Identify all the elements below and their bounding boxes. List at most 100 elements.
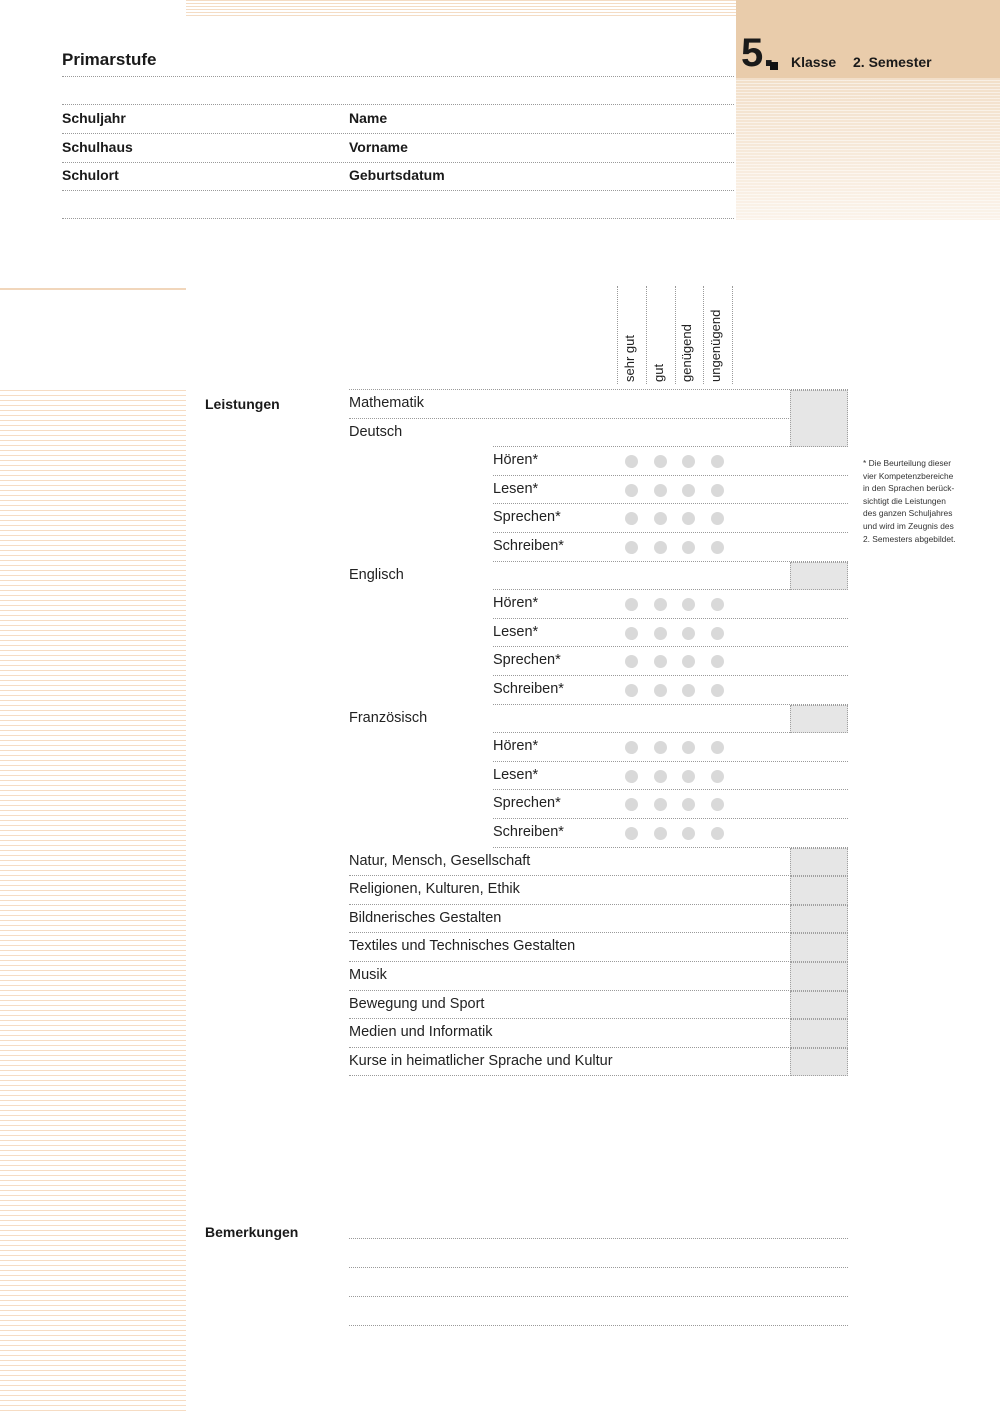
rating-circle[interactable] xyxy=(625,769,638,783)
rating-circle[interactable] xyxy=(625,512,638,526)
rating-circle[interactable] xyxy=(654,741,667,755)
rating-circle[interactable] xyxy=(682,684,695,697)
remarks-line[interactable] xyxy=(349,1296,848,1297)
info-label: Vorname xyxy=(349,139,408,155)
rating-circle[interactable] xyxy=(625,626,638,640)
remarks-line[interactable] xyxy=(349,1238,848,1239)
rating-circle[interactable] xyxy=(711,655,724,669)
row-line xyxy=(349,903,791,905)
deutsch-competence-4: Schreiben* xyxy=(493,538,564,554)
rating-circle[interactable] xyxy=(682,483,695,497)
remarks-line[interactable] xyxy=(349,1267,848,1268)
rating-circle[interactable] xyxy=(625,598,638,612)
row-line xyxy=(349,932,791,934)
rating-circle[interactable] xyxy=(654,655,667,669)
englisch-competence-2: Lesen* xyxy=(493,623,539,640)
grade-field[interactable] xyxy=(790,704,848,734)
rating-circle[interactable] xyxy=(625,483,638,497)
rating-circle[interactable] xyxy=(711,827,724,840)
rating-circle[interactable] xyxy=(711,741,724,755)
rating-circle[interactable] xyxy=(711,626,724,640)
rating-circle[interactable] xyxy=(625,827,638,840)
englisch-competence-3: Sprechen* xyxy=(493,652,561,669)
semester-label: 2. Semester xyxy=(853,54,932,70)
grade-field[interactable] xyxy=(790,962,848,991)
rating-circle[interactable] xyxy=(654,626,667,640)
rating-circle[interactable] xyxy=(711,684,724,697)
franzoesisch-competence-3: Sprechen* xyxy=(493,795,561,812)
rating-circle[interactable] xyxy=(682,827,695,840)
remarks-line[interactable] xyxy=(349,1325,848,1326)
rating-circle[interactable] xyxy=(654,598,667,612)
grade-field[interactable] xyxy=(790,1019,848,1048)
class-label: Klasse xyxy=(791,54,837,70)
column-separator xyxy=(732,286,733,384)
rating-circle[interactable] xyxy=(625,655,638,669)
info-label: Geburtsdatum xyxy=(349,167,445,183)
deutsch-competence-1: Hören* xyxy=(493,452,539,469)
rating-circle[interactable] xyxy=(682,769,695,783)
rating-circle[interactable] xyxy=(625,798,638,812)
side-rule xyxy=(0,288,186,290)
grade-field[interactable] xyxy=(790,390,848,448)
grade-field[interactable] xyxy=(790,904,848,934)
footnote-line: vier Kompetenzbereiche xyxy=(863,470,954,481)
grade-field[interactable] xyxy=(790,847,848,877)
grade-field[interactable] xyxy=(790,933,848,962)
row-line xyxy=(349,389,848,390)
class-marker xyxy=(770,62,778,70)
rating-circle[interactable] xyxy=(654,541,667,554)
rating-circle[interactable] xyxy=(682,512,695,526)
rating-circle[interactable] xyxy=(654,827,667,840)
grade-field[interactable] xyxy=(790,876,848,905)
rating-circle[interactable] xyxy=(711,512,724,526)
row-line xyxy=(349,989,791,991)
row-line xyxy=(493,646,848,648)
rating-circle[interactable] xyxy=(711,598,724,612)
page-title: Primarstufe xyxy=(62,50,157,69)
rating-circle[interactable] xyxy=(682,598,695,612)
info-label: Name xyxy=(349,110,388,126)
row-line xyxy=(493,732,790,734)
rating-circle[interactable] xyxy=(625,741,638,755)
rating-circle[interactable] xyxy=(682,798,695,812)
subject-other: Religionen, Kulturen, Ethik xyxy=(349,881,520,898)
row-line xyxy=(493,589,790,591)
divider xyxy=(62,76,734,77)
grade-field[interactable] xyxy=(790,1047,848,1077)
rating-circle[interactable] xyxy=(654,512,667,526)
deutsch-competence-2: Lesen* xyxy=(493,480,539,497)
footnote-line: des ganzen Schuljahres xyxy=(863,508,953,519)
rating-circle[interactable] xyxy=(654,769,667,783)
rating-circle[interactable] xyxy=(711,455,724,469)
rating-circle[interactable] xyxy=(711,483,724,497)
column-separator xyxy=(617,286,618,384)
grade-field[interactable] xyxy=(790,561,848,591)
rating-circle[interactable] xyxy=(654,684,667,697)
rating-circle[interactable] xyxy=(682,455,695,469)
column-separator xyxy=(703,286,704,384)
subject-other: Bildnerisches Gestalten xyxy=(349,909,502,926)
rating-circle[interactable] xyxy=(654,455,667,469)
rating-circle[interactable] xyxy=(625,541,638,554)
rating-circle[interactable] xyxy=(625,455,638,469)
rating-circle[interactable] xyxy=(654,483,667,497)
section-label-remarks: Bemerkungen xyxy=(205,1224,299,1240)
grade-field[interactable] xyxy=(790,990,848,1020)
rating-circle[interactable] xyxy=(711,798,724,812)
row-line xyxy=(493,474,848,476)
info-label: Schulort xyxy=(62,167,119,183)
rating-circle[interactable] xyxy=(711,541,724,554)
rating-circle[interactable] xyxy=(654,798,667,812)
rating-circle[interactable] xyxy=(711,769,724,783)
rating-circle[interactable] xyxy=(682,655,695,669)
rating-circle[interactable] xyxy=(682,626,695,640)
footnote-line: sichtigt die Leistungen xyxy=(863,495,946,506)
rating-circle[interactable] xyxy=(682,741,695,755)
rating-circle[interactable] xyxy=(625,684,638,697)
row-line xyxy=(493,617,848,619)
info-label: Schulhaus xyxy=(62,139,133,155)
rating-circle[interactable] xyxy=(682,541,695,554)
franzoesisch-competence-1: Hören* xyxy=(493,738,539,755)
footnote-line: und wird im Zeugnis des xyxy=(863,520,954,531)
